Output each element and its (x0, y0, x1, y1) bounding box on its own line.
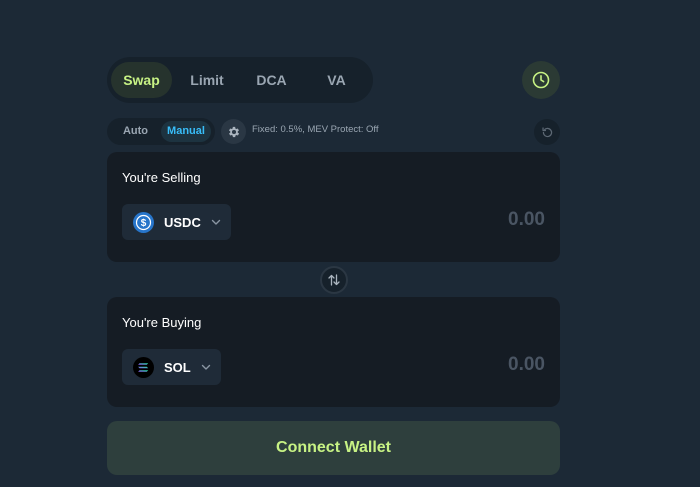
trade-type-tabs: Swap Limit DCA VA (107, 57, 373, 103)
switch-tokens-button[interactable] (320, 266, 348, 294)
gear-icon (228, 126, 239, 137)
swap-arrows-icon (328, 274, 340, 286)
tab-va[interactable]: VA (308, 62, 365, 98)
mode-manual-button[interactable]: Manual (161, 121, 211, 142)
sell-token-selector[interactable]: $ USDC (122, 204, 231, 240)
sell-token-name: USDC (164, 214, 201, 230)
selling-panel: You're Selling $ USDC (107, 152, 560, 262)
usdc-token-icon: $ (133, 211, 154, 233)
sol-token-icon (133, 356, 154, 378)
mode-auto-button[interactable]: Auto (113, 121, 158, 142)
tab-limit[interactable]: Limit (179, 62, 235, 98)
chevron-down-icon (201, 364, 210, 370)
buying-label: You're Buying (122, 315, 202, 330)
buy-token-selector[interactable]: SOL (122, 349, 221, 385)
refresh-button[interactable] (534, 119, 560, 145)
refresh-icon (541, 126, 552, 137)
tab-swap[interactable]: Swap (111, 62, 172, 98)
chevron-down-icon (211, 219, 221, 225)
selling-label: You're Selling (122, 170, 201, 185)
connect-wallet-button[interactable]: Connect Wallet (107, 421, 560, 475)
settings-summary: Fixed: 0.5%, MEV Protect: Off (252, 124, 379, 135)
svg-text:$: $ (141, 218, 147, 229)
buy-amount-input[interactable] (425, 354, 545, 376)
history-button[interactable] (522, 61, 560, 99)
sell-amount-input[interactable] (425, 209, 545, 231)
history-clock-icon (532, 71, 550, 89)
settings-button[interactable] (221, 119, 246, 144)
mode-toggle: Auto Manual (107, 118, 215, 145)
buying-panel: You're Buying SOL (107, 297, 560, 407)
tab-dca[interactable]: DCA (243, 62, 300, 98)
buy-token-name: SOL (164, 359, 191, 375)
